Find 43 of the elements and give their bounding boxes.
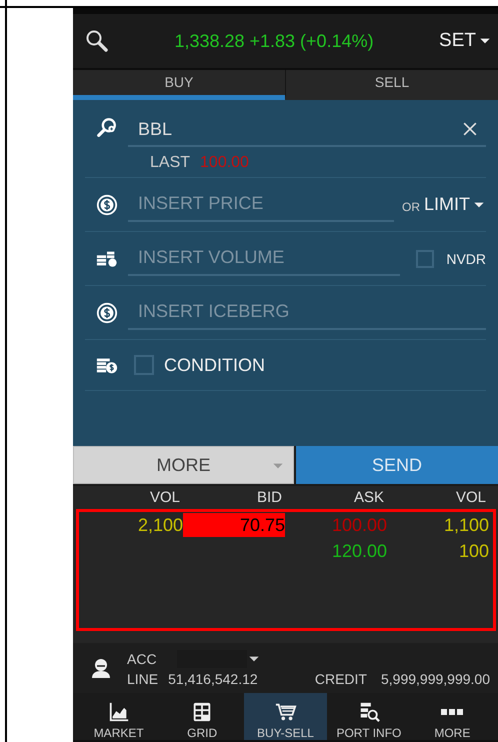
index-value: 1,338.28 +1.83 (+0.14%) [173, 30, 375, 52]
nav-tab[interactable]: GRID [160, 693, 244, 740]
volume-field[interactable]: INSERT VOLUME [128, 242, 400, 276]
line-value: 51,416,542.12 [168, 670, 258, 686]
last-label: LAST [150, 154, 190, 172]
search-icon[interactable] [85, 29, 109, 53]
last-price: 100.00 [200, 154, 249, 172]
column-header: BID [256, 488, 282, 508]
ask-price-cell-text: 100.00 [330, 514, 387, 537]
ask-volume-cell-text: 100 [458, 540, 489, 563]
chart-icon [108, 701, 130, 723]
order-type-dropdown[interactable]: LIMIT [424, 194, 486, 215]
nvdr-checkbox[interactable] [416, 250, 434, 268]
or-label: OR [402, 200, 420, 214]
iceberg-field[interactable]: INSERT ICEBERG [128, 296, 486, 330]
nvdr-label: NVDR [446, 250, 486, 266]
nav-tab[interactable]: MARKET [77, 693, 160, 740]
ask-volume-cell-text: 1,100 [442, 514, 489, 537]
credit-value: 5,999,999,999.00 [381, 670, 490, 686]
nav-tab[interactable]: BUY-SELL [244, 693, 328, 740]
cart-icon [274, 701, 297, 723]
ask-price-cell-text: 120.00 [330, 540, 387, 563]
bid-price-cell: 70.75 [183, 513, 285, 537]
dollar-coin-icon [96, 194, 118, 216]
market-dropdown[interactable]: SET [439, 30, 492, 52]
credit-label: CREDIT [314, 670, 367, 686]
price-field[interactable]: INSERT PRICE [128, 188, 394, 222]
bid-volume-cell-text: 2,100 [136, 514, 183, 537]
account-label: ACC [127, 650, 157, 666]
line-label: LINE [127, 670, 158, 686]
dollar-coin-icon [96, 302, 118, 324]
more-button[interactable]: MORE [73, 446, 294, 484]
condition-checkbox[interactable] [134, 355, 154, 375]
column-header: ASK [352, 488, 384, 508]
grid-icon [191, 701, 214, 723]
more-icon [441, 709, 464, 715]
symbol-search-icon [96, 117, 118, 139]
column-header: VOL [454, 488, 486, 508]
nav-tab[interactable]: MORE [410, 693, 494, 740]
column-header: VOL [148, 488, 180, 508]
condition-label: CONDITION [164, 354, 265, 376]
symbol-field[interactable]: BBL [128, 113, 460, 147]
nav-tab[interactable]: PORT INFO [327, 693, 411, 740]
